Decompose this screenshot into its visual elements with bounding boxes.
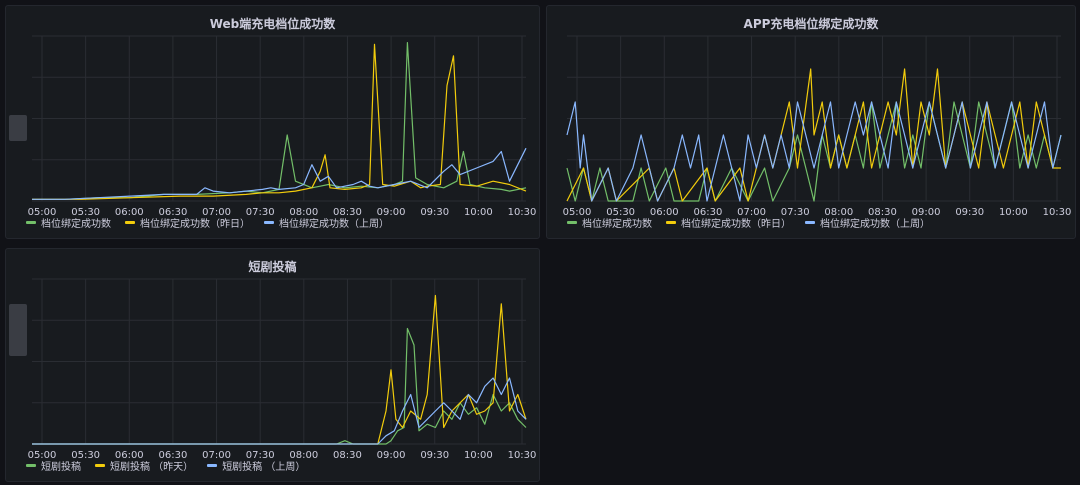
series-line[interactable] bbox=[566, 101, 1062, 202]
x-tick-label: 09:30 bbox=[420, 207, 449, 218]
legend-item[interactable]: 档位绑定成功数（上周） bbox=[264, 215, 389, 230]
series-line[interactable] bbox=[32, 327, 527, 445]
legend-swatch bbox=[125, 221, 135, 224]
legend-swatch bbox=[264, 221, 274, 224]
legend-label: 短剧投稿 bbox=[41, 462, 81, 473]
legend-item[interactable]: 档位绑定成功数 bbox=[26, 215, 111, 230]
x-tick-label: 08:30 bbox=[333, 450, 362, 461]
legend-swatch bbox=[26, 464, 36, 467]
series-line[interactable] bbox=[566, 101, 1062, 202]
legend-label: 档位绑定成功数 bbox=[582, 219, 652, 230]
x-tick-label: 10:30 bbox=[508, 207, 537, 218]
series-line[interactable] bbox=[32, 43, 527, 200]
x-tick-label: 10:00 bbox=[464, 207, 493, 218]
panel-web-charge: Web端充电档位成功数 05:00 05:30 06:00 06:30 07:00 07:… bbox=[5, 5, 540, 239]
x-tick-label: 10:30 bbox=[1043, 207, 1072, 218]
legend-label: 短剧投稿 （上周） bbox=[222, 462, 306, 473]
legend-swatch bbox=[26, 221, 36, 224]
legend: 档位绑定成功数 档位绑定成功数（昨日） 档位绑定成功数（上周） bbox=[567, 215, 930, 230]
legend-item[interactable]: 短剧投稿 （上周） bbox=[207, 458, 305, 473]
legend-label: 档位绑定成功数（上周） bbox=[279, 219, 389, 230]
legend-label: 档位绑定成功数（昨日） bbox=[140, 219, 250, 230]
legend-label: 短剧投稿 （昨天） bbox=[110, 462, 194, 473]
line-chart: 05:00 05:30 06:00 06:30 07:00 07:30 08:00 08:30… bbox=[28, 35, 537, 218]
x-tick-label: 10:30 bbox=[508, 450, 537, 461]
legend-item[interactable]: 档位绑定成功数 bbox=[567, 215, 652, 230]
legend-item[interactable]: 档位绑定成功数（上周） bbox=[805, 215, 930, 230]
x-tick-label: 09:30 bbox=[420, 450, 449, 461]
x-tick-label: 10:00 bbox=[464, 450, 493, 461]
line-chart: 05:00 05:30 06:00 06:30 07:00 07:30 08:00 08:30… bbox=[563, 35, 1072, 218]
x-tick-label: 09:30 bbox=[955, 207, 984, 218]
legend-label: 档位绑定成功数（上周） bbox=[820, 219, 930, 230]
series-line[interactable] bbox=[32, 294, 527, 445]
x-tick-label: 09:00 bbox=[377, 450, 406, 461]
panel-short-drama: 短剧投稿 05:00 05:30 06:00 06:30 07:00 07:30 08:00… bbox=[5, 248, 540, 482]
line-chart: 05:00 05:30 06:00 06:30 07:00 07:30 08:00 08:30… bbox=[28, 278, 537, 461]
legend-swatch bbox=[805, 221, 815, 224]
legend-item[interactable]: 档位绑定成功数（昨日） bbox=[125, 215, 250, 230]
legend-item[interactable]: 短剧投稿 bbox=[26, 458, 81, 473]
legend-label: 档位绑定成功数 bbox=[41, 219, 111, 230]
legend: 短剧投稿 短剧投稿 （昨天） 短剧投稿 （上周） bbox=[26, 458, 305, 473]
legend: 档位绑定成功数 档位绑定成功数（昨日） 档位绑定成功数（上周） bbox=[26, 215, 389, 230]
legend-item[interactable]: 档位绑定成功数（昨日） bbox=[666, 215, 791, 230]
legend-swatch bbox=[207, 464, 218, 467]
legend-item[interactable]: 短剧投稿 （昨天） bbox=[95, 458, 193, 473]
series-line[interactable] bbox=[32, 377, 527, 445]
legend-swatch bbox=[567, 221, 577, 224]
series-line[interactable] bbox=[32, 147, 527, 200]
legend-label: 档位绑定成功数（昨日） bbox=[681, 219, 791, 230]
legend-swatch bbox=[666, 221, 676, 224]
panel-app-charge: APP充电档位绑定成功数 05:00 05:30 06:00 06:30 07:00 07… bbox=[546, 5, 1076, 239]
series-line[interactable] bbox=[32, 41, 527, 200]
x-tick-label: 10:00 bbox=[999, 207, 1028, 218]
legend-swatch bbox=[95, 464, 105, 467]
